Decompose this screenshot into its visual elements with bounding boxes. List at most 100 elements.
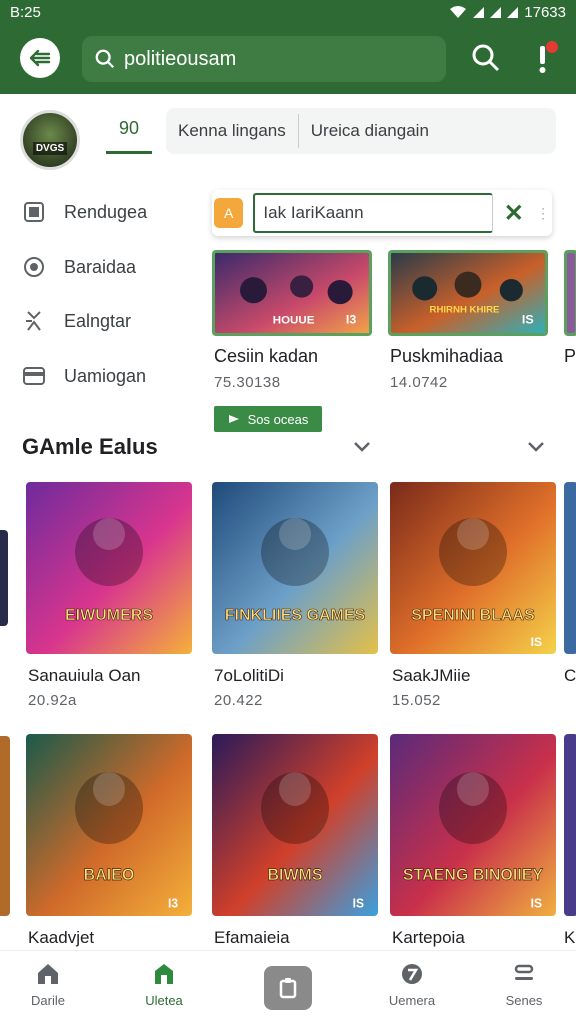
search-icon[interactable] bbox=[470, 42, 502, 74]
game-title: Sanauiula Oan bbox=[28, 666, 141, 685]
game-art-label: FINKLIIES GAMES bbox=[225, 607, 366, 624]
install-button-label: Sos oceas bbox=[247, 411, 309, 427]
game-card-partial[interactable] bbox=[0, 736, 10, 916]
center-action-button[interactable] bbox=[264, 966, 312, 1010]
game-subtitle: 15.052 bbox=[392, 692, 441, 709]
signal-icon bbox=[473, 6, 485, 18]
game-art-label: SPENINI BLAAS bbox=[411, 607, 535, 624]
game-card[interactable]: SPENINI BLAAS IS bbox=[390, 482, 556, 654]
game-card[interactable]: EIWUMERS bbox=[26, 482, 192, 654]
featured-art bbox=[567, 253, 575, 333]
side-menu-item[interactable]: Rendugea bbox=[22, 200, 147, 224]
search-icon bbox=[95, 49, 115, 69]
featured-art-label: RHIRNH KHIRE bbox=[430, 305, 500, 316]
featured-title: Puskmihadiaa bbox=[390, 346, 504, 366]
search-input-value: politieousam bbox=[124, 47, 237, 70]
game-title: SaakJMiie bbox=[392, 666, 471, 685]
target-icon bbox=[24, 257, 44, 277]
nav-item-gauge[interactable]: Uemera bbox=[372, 961, 452, 1008]
side-menu-item[interactable]: Uamiogan bbox=[22, 364, 146, 388]
chevron-down-icon[interactable] bbox=[352, 440, 372, 454]
featured-card-partial[interactable] bbox=[564, 250, 576, 336]
game-title: Efamaieia bbox=[214, 928, 290, 947]
card-icon bbox=[23, 367, 45, 385]
side-menu-label: Uamiogan bbox=[64, 365, 147, 386]
game-art-label: BIWMS bbox=[267, 866, 322, 885]
top-app-bar: politieousam bbox=[0, 24, 576, 94]
filter-chip[interactable]: Kenna lingans bbox=[166, 108, 298, 154]
game-card-partial[interactable] bbox=[564, 482, 576, 654]
side-menu-label: Rendugea bbox=[64, 201, 148, 222]
game-art: BIWMS IS bbox=[212, 734, 378, 916]
install-button[interactable]: Sos oceas bbox=[214, 406, 322, 432]
store-icon bbox=[155, 964, 173, 984]
status-clock: 17633 bbox=[524, 3, 566, 21]
game-tag: IS bbox=[353, 896, 364, 910]
game-title: Kartepoia bbox=[392, 928, 465, 947]
filter-chip-group: Kenna lingans Ureica diangain bbox=[166, 108, 556, 154]
signal-icon bbox=[490, 6, 502, 18]
game-card[interactable]: BIWMS IS bbox=[212, 734, 378, 916]
clipboard-icon bbox=[279, 978, 297, 999]
back-button[interactable] bbox=[20, 38, 60, 78]
wifi-icon bbox=[450, 6, 467, 18]
nav-label: Uemera bbox=[388, 993, 436, 1008]
nav-label: Darile bbox=[31, 993, 65, 1008]
game-subtitle: 20.92a bbox=[28, 692, 77, 709]
menu-icon bbox=[514, 964, 534, 980]
game-card[interactable]: FINKLIIES GAMES bbox=[212, 482, 378, 654]
game-art: BAIEO I3 bbox=[26, 734, 192, 916]
game-art: EIWUMERS bbox=[26, 482, 192, 654]
game-title-partial: C bbox=[564, 666, 576, 685]
chevron-down-icon[interactable] bbox=[526, 440, 546, 454]
notification-alert-icon[interactable] bbox=[530, 40, 560, 76]
game-art: STAENG BINOIIEY IS bbox=[390, 734, 556, 916]
square-icon bbox=[24, 202, 44, 222]
back-arrow-icon bbox=[29, 49, 51, 67]
close-icon[interactable]: ✕ bbox=[493, 199, 534, 228]
game-card[interactable]: BAIEO I3 bbox=[26, 734, 192, 916]
game-card-partial[interactable] bbox=[0, 530, 8, 626]
game-art: SPENINI BLAAS IS bbox=[390, 482, 556, 654]
game-art: FINKLIIES GAMES bbox=[212, 482, 378, 654]
section-title: GAmle Ealus bbox=[22, 434, 158, 459]
game-art-label: EIWUMERS bbox=[65, 607, 153, 624]
game-tag: IS bbox=[531, 896, 542, 910]
side-menu-item[interactable]: Ealngtar bbox=[22, 309, 131, 333]
game-tag: I3 bbox=[168, 896, 178, 910]
game-subtitle: 20.422 bbox=[214, 692, 263, 709]
tab-active[interactable]: 90 bbox=[106, 118, 152, 154]
avatar-label: DVGS bbox=[32, 142, 68, 155]
featured-card[interactable]: RHIRNH KHIRE IS bbox=[388, 250, 548, 336]
nav-label: Uletea bbox=[145, 993, 183, 1008]
featured-tag: I3 bbox=[346, 313, 357, 327]
nav-label: Senes bbox=[505, 993, 543, 1008]
game-tag: IS bbox=[531, 635, 542, 649]
puzzle-icon bbox=[26, 311, 41, 331]
featured-art: HOUUE I3 bbox=[215, 253, 369, 333]
more-vert-icon[interactable]: ⋮ bbox=[534, 205, 552, 222]
app-badge-icon: A bbox=[214, 198, 244, 228]
text-field[interactable]: Iak IariKaann bbox=[253, 193, 494, 233]
game-title: Kaadvjet bbox=[28, 928, 95, 947]
nav-item-home[interactable]: Darile bbox=[8, 961, 88, 1008]
featured-card[interactable]: HOUUE I3 bbox=[212, 250, 372, 336]
status-time: B:25 bbox=[10, 3, 41, 21]
nav-item-store[interactable]: Uletea bbox=[124, 961, 204, 1008]
side-menu-item[interactable]: Baraidaa bbox=[22, 255, 136, 279]
featured-subtitle: 75.30138 bbox=[214, 374, 281, 391]
featured-subtitle: 14.0742 bbox=[390, 374, 448, 391]
avatar[interactable]: DVGS bbox=[20, 110, 80, 170]
nav-item-menu[interactable]: Senes bbox=[484, 961, 564, 1008]
game-card[interactable]: STAENG BINOIIEY IS bbox=[390, 734, 556, 916]
featured-tag: IS bbox=[522, 313, 534, 327]
signal-icon bbox=[507, 6, 519, 18]
play-icon bbox=[228, 415, 239, 423]
game-card-partial[interactable] bbox=[564, 734, 576, 916]
side-menu-label: Ealngtar bbox=[64, 310, 132, 331]
filter-chip[interactable]: Ureica diangain bbox=[299, 108, 441, 154]
featured-art-label: HOUUE bbox=[273, 315, 315, 327]
featured-art: RHIRNH KHIRE IS bbox=[391, 253, 545, 333]
game-title: 7oLolitiDi bbox=[214, 666, 284, 685]
search-input[interactable]: politieousam bbox=[82, 36, 446, 82]
